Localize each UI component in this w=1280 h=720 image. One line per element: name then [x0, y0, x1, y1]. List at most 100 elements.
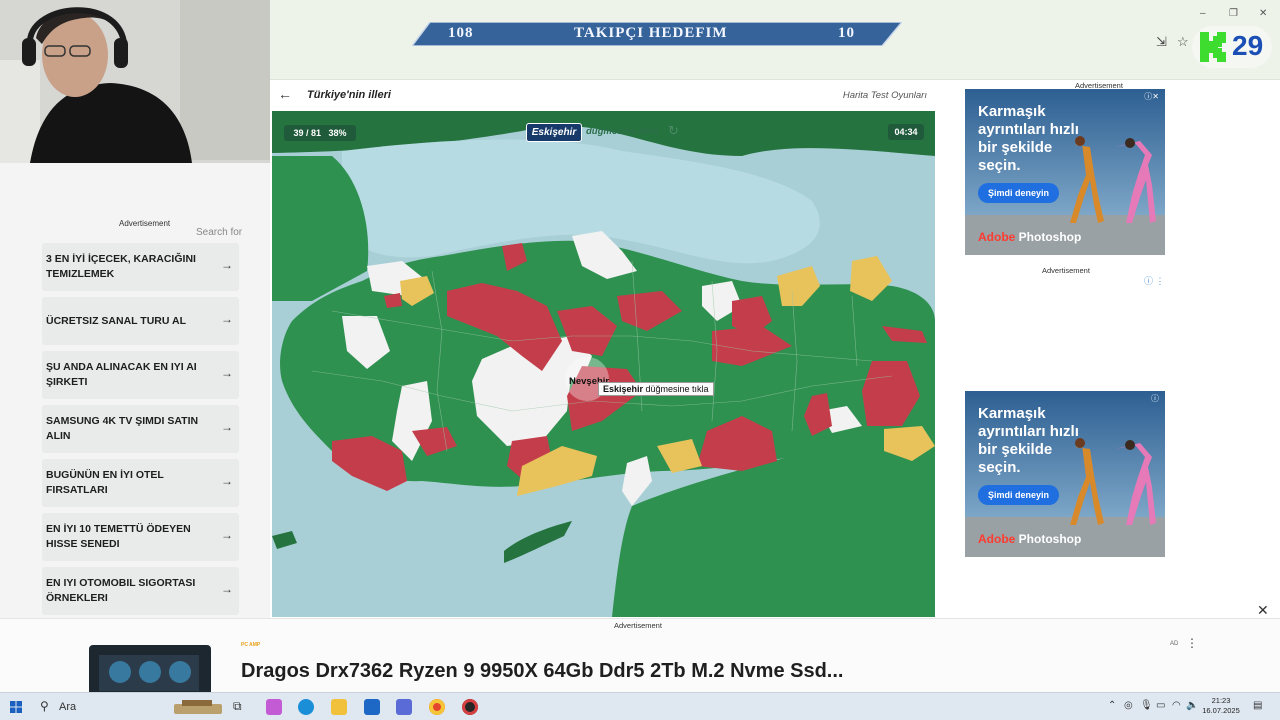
tooltip-target: Eskişehir — [603, 384, 644, 394]
ad-search-link-label: ÜCRETSIZ SANAL TURU AL — [46, 314, 186, 327]
task-view-icon[interactable]: ⧉ — [233, 699, 249, 715]
banner-left-number: 108 — [448, 25, 474, 41]
ad-search-link[interactable]: 3 EN İYİ İÇECEK, KARACIĞINI TEMIZLEMEK → — [42, 243, 239, 291]
ad-headline-line: bir şekilde — [978, 139, 1053, 156]
webcam-feed — [0, 0, 270, 163]
recording-app-icon[interactable] — [462, 699, 478, 715]
taskbar-search[interactable]: ⚲ Ara — [34, 695, 224, 719]
ad-headline: Karmaşık ayrıntıları hızlı bir şekilde s… — [978, 103, 1098, 175]
refresh-icon[interactable]: ↻ — [668, 123, 679, 139]
ad-brand-product: Photoshop — [1015, 532, 1082, 546]
cursor-tooltip: Eskişehir düğmesine tıkla — [598, 382, 714, 396]
progress-count: 39 / 81 — [293, 128, 321, 138]
tray-chevron-icon[interactable]: ⌃ — [1108, 700, 1116, 711]
follower-goal-banner: 108 TAKIPÇI HEDEFIM 10 — [412, 22, 902, 46]
banner-title: TAKIPÇI HEDEFIM — [574, 25, 728, 41]
teams-icon[interactable] — [396, 699, 412, 715]
back-arrow-icon[interactable]: ← — [278, 86, 292, 102]
tooltip-instruction: düğmesine tıkla — [643, 384, 709, 394]
ad-headline-line: ayrıntıları hızlı — [978, 121, 1079, 138]
ad-headline-line: bir şekilde — [978, 441, 1053, 458]
ad-headline-line: seçin. — [978, 459, 1021, 476]
edge-browser-icon[interactable] — [298, 699, 314, 715]
ad-search-link-label: ŞU ANDA ALINACAK EN IYI AI ŞIRKETI — [46, 361, 197, 388]
bookmark-star-icon[interactable]: ☆ — [1177, 34, 1189, 50]
install-app-icon[interactable]: ⇲ — [1156, 34, 1167, 50]
ad-headline: Karmaşık ayrıntıları hızlı bir şekilde s… — [978, 405, 1098, 477]
close-ad-icon[interactable]: ✕ — [1257, 602, 1269, 619]
ad-choices-icon[interactable]: ⓘ — [1151, 393, 1159, 404]
advertiser-brand: PC AMP — [241, 642, 261, 648]
banner-right-number: 10 — [838, 25, 855, 41]
more-options-icon[interactable]: ⋮ — [1186, 636, 1198, 650]
countdown-timer: 04:34 — [888, 124, 924, 140]
ad-search-link-label: SAMSUNG 4K TV ŞIMDI SATIN ALIN — [46, 415, 199, 442]
ad-search-link-label: EN İYI 10 TEMETTÜ ÖDEYEN HISSE SENEDI — [46, 523, 191, 550]
arrow-right-icon: → — [221, 258, 233, 272]
ad-search-link-label: BUGÜNÜN EN İYI OTEL FIRSATLARI — [46, 469, 164, 496]
pc-case-image — [89, 645, 211, 693]
quiz-title: Türkiye'nin illeri — [307, 89, 391, 101]
ad-headline-line: Karmaşık — [978, 405, 1046, 422]
clock-time: 21:23 — [1211, 696, 1231, 705]
close-button[interactable]: ✕ — [1259, 8, 1267, 19]
ad-search-link[interactable]: BUGÜNÜN EN İYI OTEL FIRSATLARI → — [42, 459, 239, 507]
chrome-browser-icon[interactable] — [429, 699, 445, 715]
ad-search-link[interactable]: EN IYI OTOMOBIL SIGORTASI ÖRNEKLERI → — [42, 567, 239, 615]
notifications-icon[interactable]: ▤ — [1253, 700, 1262, 711]
progress-percent: 38% — [328, 128, 347, 138]
ad-headline-line: ayrıntıları hızlı — [978, 423, 1079, 440]
photoshop-ad[interactable]: ⓘ Karmaşık ayrıntıları hızlı bir şekilde… — [965, 391, 1165, 557]
bottom-ad-label: Advertisement — [614, 621, 662, 630]
arrow-right-icon: → — [221, 582, 233, 596]
ad-brand-prefix: Adobe — [978, 532, 1016, 546]
ad-info-icon[interactable]: ⓘ ⋮ — [1144, 274, 1165, 287]
ad-brand-prefix: Adobe — [978, 230, 1016, 244]
file-explorer-icon[interactable] — [331, 699, 347, 715]
ad-choices-icon[interactable]: ⓘ✕ — [1144, 91, 1159, 102]
outlook-icon[interactable] — [364, 699, 380, 715]
windows-taskbar: ⚲ Ara ⧉ ⌃ ◎ 🎙 ▭ ◠ 🔈 21:23 16.07.2025 ▤ — [0, 692, 1280, 720]
arrow-right-icon: → — [221, 366, 233, 380]
windows-start-icon[interactable] — [10, 701, 22, 713]
microphone-icon[interactable]: 🎙 — [1140, 700, 1153, 711]
left-ad-label: Advertisement — [119, 219, 171, 228]
turkey-provinces-map[interactable]: 39 / 81 38% Eskişehir düğmesine tıkla ↻ … — [272, 111, 935, 617]
volume-icon[interactable]: 🔈 — [1186, 700, 1198, 711]
battery-icon[interactable]: ▭ — [1156, 700, 1165, 711]
product-title[interactable]: Dragos Drx7362 Ryzen 9 9950X 64Gb Ddr5 2… — [241, 660, 843, 683]
map-quiz-games-link[interactable]: Harita Test Oyunları — [843, 90, 927, 101]
arrow-right-icon: → — [221, 474, 233, 488]
maximize-button[interactable]: ❐ — [1229, 8, 1238, 19]
tray-app-icon[interactable]: ◎ — [1124, 700, 1133, 711]
map-canvas[interactable] — [272, 111, 935, 617]
minimize-button[interactable]: – — [1200, 8, 1206, 19]
taskbar-search-placeholder: Ara — [59, 701, 77, 713]
try-now-button[interactable]: Şimdi deneyin — [978, 183, 1060, 203]
kick-follower-badge: 29 — [1192, 26, 1272, 68]
ad-headline-line: seçin. — [978, 157, 1021, 174]
ad-brand-product: Photoshop — [1015, 230, 1082, 244]
ad-search-link-label: 3 EN İYİ İÇECEK, KARACIĞINI TEMIZLEMEK — [46, 253, 196, 280]
bottom-product-ad[interactable]: Advertisement PC AMP Dragos Drx7362 Ryze… — [0, 618, 1280, 693]
quiz-page-header: ← Türkiye'nin illeri Harita Test Oyunlar… — [272, 82, 935, 110]
webcam-overlay — [0, 0, 270, 163]
ad-search-link[interactable]: ŞU ANDA ALINACAK EN IYI AI ŞIRKETI → — [42, 351, 239, 399]
ad-search-link[interactable]: SAMSUNG 4K TV ŞIMDI SATIN ALIN → — [42, 405, 239, 453]
search-for-label: Search for — [196, 227, 243, 238]
photoshop-ad[interactable]: ⓘ✕ Karmaşık ayrıntıları hızlı bir şekild… — [965, 89, 1165, 255]
pc-case-illustration — [99, 655, 199, 691]
ad-headline-line: Karmaşık — [978, 103, 1046, 120]
right-ad-label: Advertisement — [1042, 266, 1090, 275]
ad-search-link[interactable]: ÜCRETSIZ SANAL TURU AL → — [42, 297, 239, 345]
wifi-icon[interactable]: ◠ — [1172, 700, 1181, 711]
progress-counter: 39 / 81 38% — [284, 125, 356, 141]
follower-count: 29 — [1232, 30, 1264, 61]
ad-search-link[interactable]: EN İYI 10 TEMETTÜ ÖDEYEN HISSE SENEDI → — [42, 513, 239, 561]
copilot-icon[interactable] — [266, 699, 282, 715]
try-now-button[interactable]: Şimdi deneyin — [978, 485, 1060, 505]
system-clock[interactable]: 21:23 16.07.2025 — [1198, 696, 1244, 716]
ad-search-link-label: EN IYI OTOMOBIL SIGORTASI ÖRNEKLERI — [46, 577, 196, 604]
clock-date: 16.07.2025 — [1202, 706, 1240, 715]
kick-logo-icon — [1200, 32, 1226, 62]
